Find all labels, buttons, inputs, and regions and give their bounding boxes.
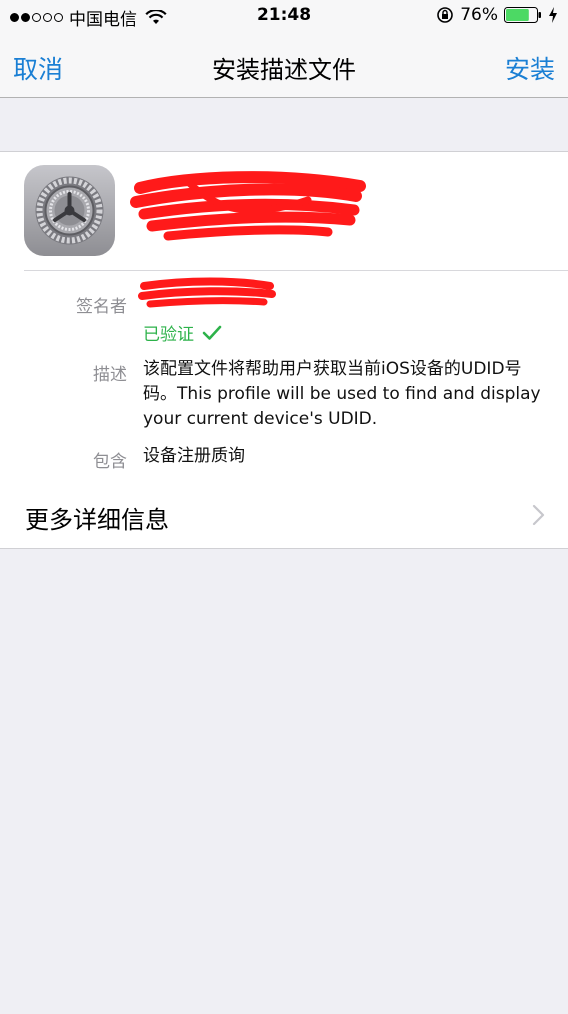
status-right: 76% — [436, 5, 558, 25]
contains-label: 包含 — [93, 452, 127, 472]
settings-gear-icon — [24, 165, 115, 256]
redaction-scribble-name — [130, 171, 366, 241]
chevron-right-icon — [532, 504, 545, 526]
battery-percent: 76% — [460, 5, 498, 25]
checkmark-icon — [202, 325, 222, 340]
charging-bolt-icon — [549, 7, 557, 23]
profile-card: 签名者 已验证 描述 该配置文件将帮助用户获取当前iOS设备的UDID号 码。T… — [0, 151, 568, 483]
description-line: your current device's UDID. — [143, 409, 378, 429]
contains-value: 设备注册质询 — [143, 446, 245, 466]
signer-label: 签名者 — [76, 297, 127, 317]
verified-status: 已验证 — [143, 320, 222, 345]
divider — [24, 270, 568, 271]
more-details-label: 更多详细信息 — [25, 506, 169, 534]
redaction-scribble-signer — [138, 277, 276, 308]
install-button[interactable]: 安装 — [505, 50, 555, 86]
description-text: 该配置文件将帮助用户获取当前iOS设备的UDID号 码。This profile… — [143, 357, 541, 432]
rotation-lock-icon — [437, 7, 454, 23]
description-line: 码。This profile will be used to find and … — [143, 384, 541, 404]
status-bar: 中国电信 21:48 76% — [0, 0, 568, 32]
battery-icon — [504, 7, 541, 23]
page-title: 安装描述文件 — [212, 56, 356, 84]
navigation-bar: 取消 安装描述文件 安装 — [0, 32, 568, 98]
description-label: 描述 — [93, 365, 127, 385]
description-line: 该配置文件将帮助用户获取当前iOS设备的UDID号 — [143, 359, 522, 379]
more-details-row[interactable]: 更多详细信息 — [0, 482, 568, 549]
verified-label: 已验证 — [143, 325, 194, 345]
